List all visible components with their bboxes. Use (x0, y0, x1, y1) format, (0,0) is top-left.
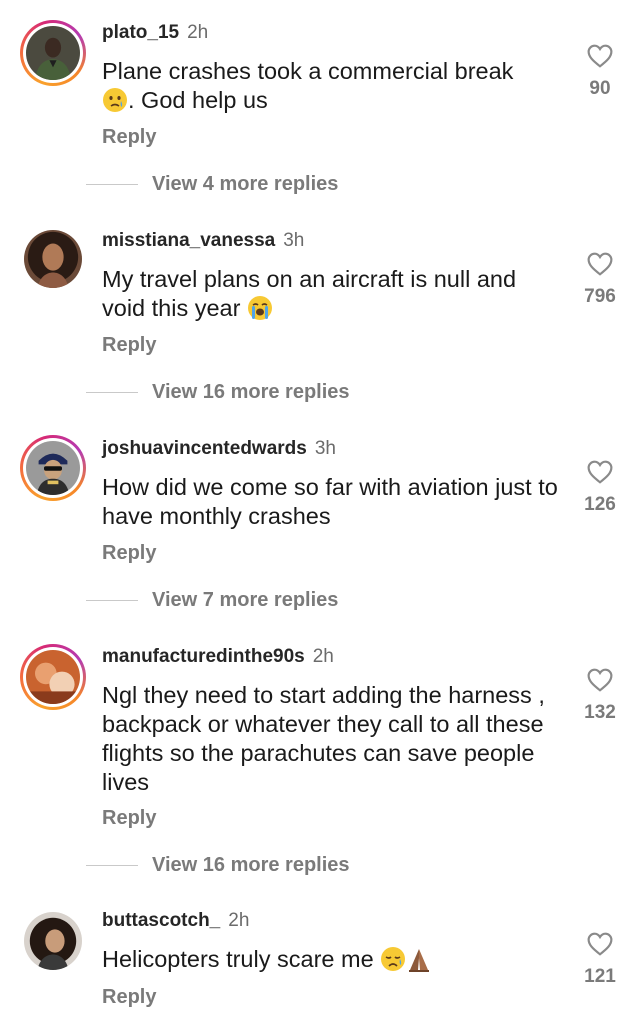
view-more-replies[interactable]: View 7 more replies (86, 589, 338, 612)
divider-line (86, 392, 138, 393)
like-control[interactable]: 90 (572, 44, 628, 100)
like-count: 796 (584, 286, 616, 307)
view-more-replies[interactable]: View 4 more replies (86, 173, 338, 196)
comment-text: Plane crashes took a commercial break . … (102, 57, 562, 115)
comment-time: 2h (228, 910, 250, 931)
like-count: 132 (584, 702, 616, 723)
folded-hands-icon (406, 946, 432, 972)
like-count: 126 (584, 494, 616, 515)
avatar[interactable] (20, 908, 86, 974)
comment-time: 2h (312, 646, 334, 667)
comment-text: My travel plans on an aircraft is null a… (102, 265, 562, 323)
comment-text: How did we come so far with aviation jus… (102, 474, 558, 529)
comment-text-part: Plane crashes took a commercial break (102, 58, 514, 84)
heart-outline-icon[interactable] (587, 668, 613, 692)
comment-username[interactable]: joshuavincentedwards 3h (102, 438, 336, 460)
comment-time: 3h (283, 230, 305, 251)
view-more-label[interactable]: View 16 more replies (152, 854, 350, 877)
comment-username[interactable]: misstiana_vanessa 3h (102, 230, 304, 252)
username-text[interactable]: manufacturedinthe90s (102, 646, 305, 667)
avatar-image (26, 650, 80, 704)
loudly-crying-face-icon (247, 295, 273, 321)
view-more-label[interactable]: View 7 more replies (152, 589, 338, 612)
heart-outline-icon[interactable] (587, 44, 613, 68)
view-more-label[interactable]: View 4 more replies (152, 173, 338, 196)
comment-text: Helicopters truly scare me (102, 945, 562, 974)
like-control[interactable]: 132 (572, 668, 628, 724)
username-text[interactable]: plato_15 (102, 22, 179, 43)
divider-line (86, 865, 138, 866)
comment-username[interactable]: manufacturedinthe90s 2h (102, 646, 334, 668)
reply-button[interactable]: Reply (102, 542, 156, 565)
username-text[interactable]: joshuavincentedwards (102, 438, 307, 459)
avatar-image (24, 230, 82, 288)
like-count: 121 (584, 966, 616, 987)
heart-outline-icon[interactable] (587, 932, 613, 956)
view-more-replies[interactable]: View 16 more replies (86, 854, 350, 877)
comment-time: 3h (314, 438, 336, 459)
username-text[interactable]: buttascotch_ (102, 910, 220, 931)
like-control[interactable]: 126 (572, 460, 628, 516)
like-control[interactable]: 796 (572, 252, 628, 308)
reply-button[interactable]: Reply (102, 334, 156, 357)
avatar-image (26, 441, 80, 495)
divider-line (86, 184, 138, 185)
view-more-label[interactable]: View 16 more replies (152, 381, 350, 404)
avatar[interactable] (20, 644, 86, 710)
comment-text-part: Helicopters truly scare me (102, 946, 374, 972)
like-control[interactable]: 121 (572, 932, 628, 988)
comment-text-part: . God help us (128, 87, 268, 113)
crying-face-icon (102, 87, 128, 113)
comment-text: Ngl they need to start adding the harnes… (102, 682, 545, 795)
avatar[interactable] (20, 20, 86, 86)
comment-username[interactable]: plato_15 2h (102, 22, 208, 44)
heart-outline-icon[interactable] (587, 252, 613, 276)
avatar-image (24, 912, 82, 970)
like-count: 90 (589, 78, 611, 99)
username-text[interactable]: misstiana_vanessa (102, 230, 275, 251)
comment-thread: plato_15 2h Plane crashes took a commerci… (0, 0, 644, 1024)
avatar[interactable] (20, 226, 86, 292)
comment-username[interactable]: buttascotch_ 2h (102, 910, 249, 932)
avatar[interactable] (20, 435, 86, 501)
reply-button[interactable]: Reply (102, 807, 156, 830)
reply-button[interactable]: Reply (102, 126, 156, 149)
sad-face-icon (380, 946, 406, 972)
comment-text-part: My travel plans on an aircraft is null a… (102, 266, 517, 321)
divider-line (86, 600, 138, 601)
comment-time: 2h (187, 22, 209, 43)
view-more-replies[interactable]: View 16 more replies (86, 381, 350, 404)
heart-outline-icon[interactable] (587, 460, 613, 484)
reply-button[interactable]: Reply (102, 986, 156, 1009)
avatar-image (26, 26, 80, 80)
